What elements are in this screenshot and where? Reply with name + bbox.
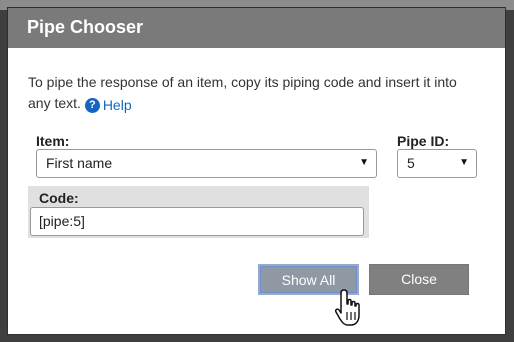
dropdown-arrow-icon: ▼	[459, 157, 469, 168]
dialog-titlebar[interactable]: Pipe Chooser	[8, 8, 505, 48]
code-label: Code:	[39, 190, 79, 206]
item-select-value: First name	[46, 155, 113, 171]
dropdown-arrow-icon: ▼	[359, 157, 369, 168]
dialog-title: Pipe Chooser	[27, 17, 144, 37]
intro-text-block: To pipe the response of an item, copy it…	[28, 72, 458, 116]
pipe-id-label: Pipe ID:	[397, 133, 450, 149]
help-link[interactable]: ? Help	[84, 95, 132, 116]
close-button[interactable]: Close	[369, 264, 469, 295]
hand-pointer-cursor-icon	[335, 289, 360, 326]
code-field[interactable]: [pipe:5]	[30, 207, 364, 236]
item-select[interactable]: First name ▼	[36, 149, 377, 178]
pipe-id-select[interactable]: 5 ▼	[397, 149, 477, 178]
pipe-id-select-value: 5	[407, 155, 415, 171]
item-label: Item:	[36, 133, 70, 149]
help-label: Help	[102, 97, 132, 113]
help-icon: ?	[84, 98, 100, 113]
